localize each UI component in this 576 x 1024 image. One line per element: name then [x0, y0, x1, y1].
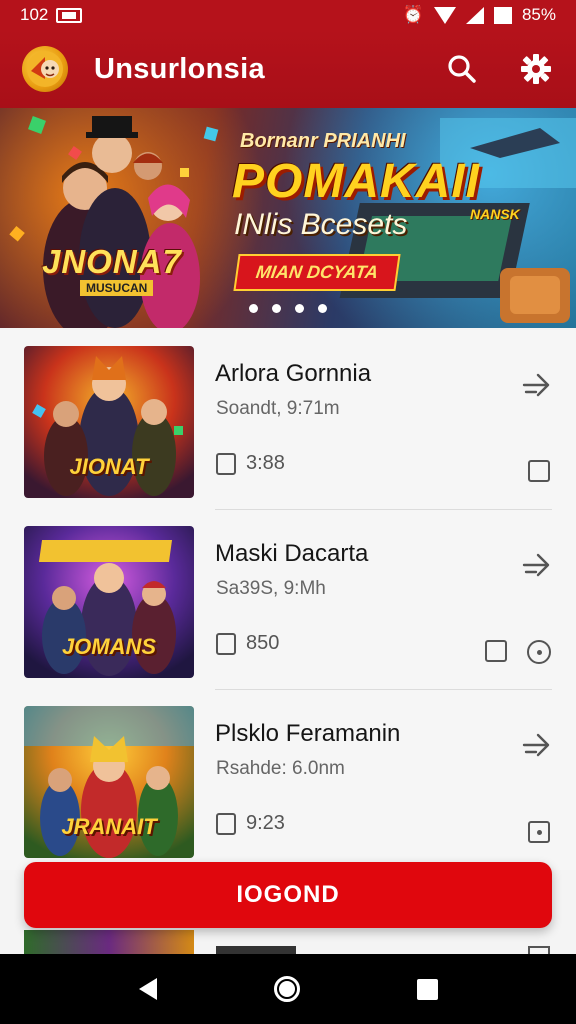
wifi-icon: [433, 6, 456, 24]
banner-headline: POMAKAII: [232, 155, 480, 208]
recents-icon[interactable]: [416, 978, 438, 1000]
app-bar: Unsurlonsia: [0, 30, 576, 108]
primary-action-button[interactable]: IOGOND: [24, 862, 552, 928]
app-title: Unsurlonsia: [94, 52, 265, 85]
game-meta: 9:23: [216, 812, 285, 835]
thumbnail-label: JOMANS: [61, 634, 157, 659]
thumbnail-label: JIONAT: [69, 454, 149, 479]
battery-level: 85%: [521, 5, 556, 24]
battery-icon: [493, 6, 512, 24]
game-title: Plsklo Feramanin: [215, 720, 401, 747]
carousel-dot[interactable]: [295, 304, 304, 313]
list-item[interactable]: JRANAIT Plsklo Feramanin Rsahde: 6.0nm 9…: [0, 690, 576, 870]
bookmark-checkbox[interactable]: [528, 821, 550, 843]
next-title-peek: [216, 946, 296, 954]
navigation-bar: [0, 954, 576, 1024]
alarm-icon: ⏰: [402, 5, 424, 24]
banner-cta[interactable]: MIAN DCYATA: [233, 254, 401, 291]
banner-kicker: Bornanr PRIANHI: [240, 130, 406, 152]
search-button[interactable]: [444, 51, 480, 87]
sim-card-icon: [56, 7, 83, 23]
next-checkbox-peek: [528, 946, 550, 954]
status-time: 102: [20, 5, 49, 24]
thumbnail-label: JRANAIT: [61, 814, 157, 839]
promo-banner[interactable]: JNONA7 MUSUCAN Bornanr PRIANHI POMAKAII …: [0, 108, 576, 328]
game-meta-value: 3:88: [246, 452, 285, 474]
back-icon[interactable]: [138, 978, 157, 1000]
game-meta-value: 9:23: [246, 812, 285, 834]
banner-subtitle: INlis Bcesets: [234, 208, 408, 241]
list-item[interactable]: JIONAT Arlora Gornnia Soandt, 9:71m 3:88: [0, 330, 576, 510]
carousel-dot[interactable]: [249, 304, 258, 313]
carousel-dot[interactable]: [272, 304, 281, 313]
game-meta: 3:88: [216, 452, 285, 475]
settings-button[interactable]: [518, 51, 554, 87]
game-subtitle: Sa39S, 9:Mh: [216, 578, 326, 599]
banner-tag: NANSK: [470, 206, 520, 222]
game-subtitle: Soandt, 9:71m: [216, 398, 340, 419]
game-thumbnail: JRANAIT: [24, 706, 194, 858]
select-checkbox[interactable]: [216, 452, 236, 475]
select-checkbox[interactable]: [216, 632, 236, 655]
info-icon[interactable]: [527, 640, 551, 664]
gear-icon: [521, 54, 551, 84]
game-meta-value: 850: [246, 632, 280, 654]
game-title: Arlora Gornnia: [215, 360, 372, 387]
next-thumbnail-peek: [24, 930, 194, 954]
search-icon: [448, 55, 476, 83]
bookmark-checkbox[interactable]: [528, 460, 550, 482]
bookmark-checkbox[interactable]: [485, 640, 507, 662]
open-arrow-icon[interactable]: [520, 368, 554, 402]
game-meta: 850: [216, 632, 279, 655]
select-checkbox[interactable]: [216, 812, 236, 835]
home-icon[interactable]: [273, 976, 300, 1002]
open-arrow-icon[interactable]: [520, 548, 554, 582]
banner-game-subtitle: MUSUCAN: [80, 280, 154, 296]
status-bar: 102 ⏰ 85%: [0, 0, 576, 30]
carousel-indicator: [0, 304, 576, 313]
game-title: Maski Dacarta: [215, 540, 369, 567]
signal-icon: [465, 6, 484, 24]
game-thumbnail: JIONAT: [24, 346, 194, 498]
game-list: JIONAT Arlora Gornnia Soandt, 9:71m 3:88: [0, 330, 576, 870]
list-item[interactable]: JOMANS Maski Dacarta Sa39S, 9:Mh 850: [0, 510, 576, 690]
app-logo-icon: [22, 46, 68, 92]
open-arrow-icon[interactable]: [520, 728, 554, 762]
carousel-dot[interactable]: [318, 304, 327, 313]
game-subtitle: Rsahde: 6.0nm: [216, 758, 345, 779]
game-thumbnail: JOMANS: [24, 526, 194, 678]
banner-game-title: JNONA7: [42, 243, 182, 280]
